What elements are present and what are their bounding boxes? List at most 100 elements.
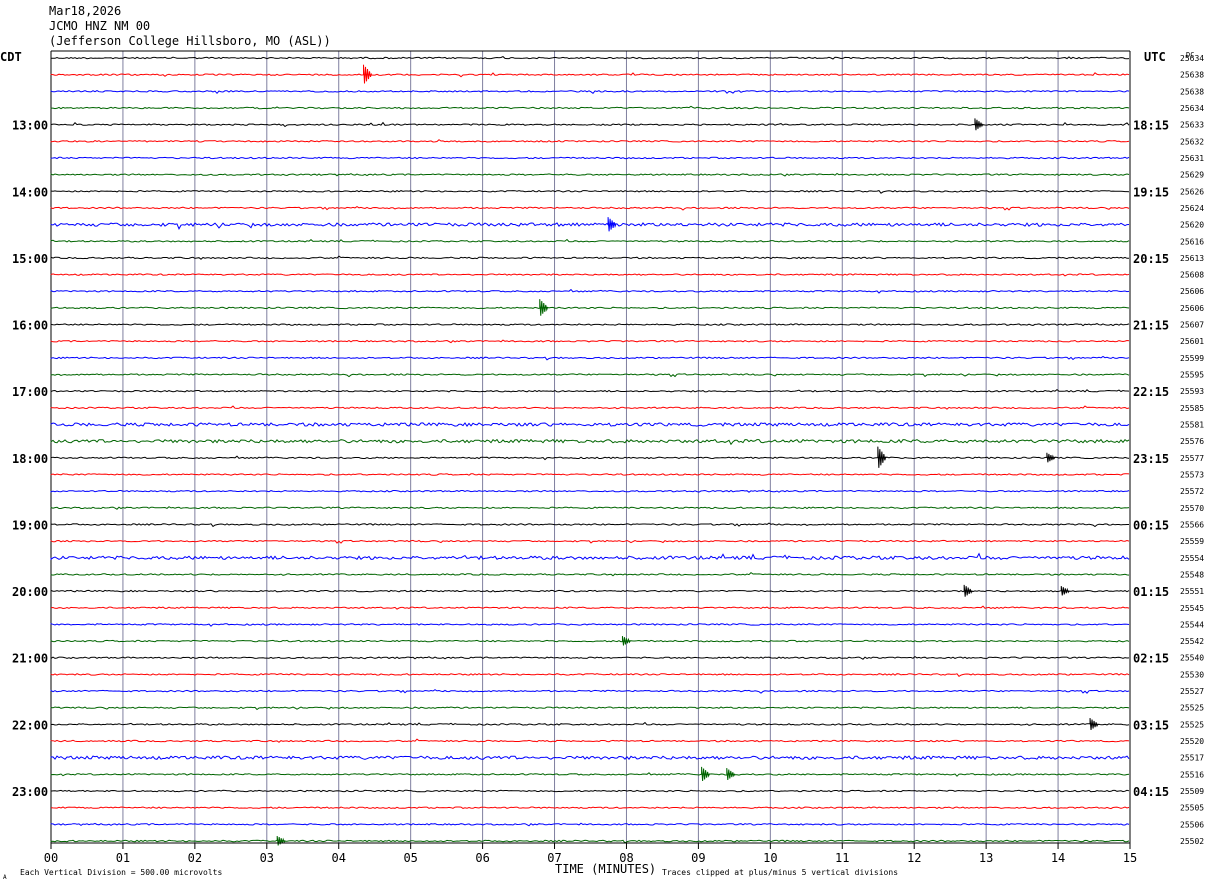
x-tick-label-06: 06: [475, 851, 489, 865]
trace-row-41: [50, 738, 1130, 743]
left-hour-label: 15:00: [12, 252, 48, 266]
trace-row-23: [50, 438, 1130, 446]
trace-row-13: [50, 273, 1130, 277]
x-tick-label-03: 03: [260, 851, 274, 865]
trace-row-39: [50, 706, 1130, 711]
dc-value: 25548: [1180, 570, 1204, 579]
right-hour-label: 20:15: [1133, 252, 1169, 266]
dc-value: 25593: [1180, 387, 1204, 396]
trace-row-16: [50, 323, 1130, 327]
dc-value: 25632: [1180, 137, 1204, 146]
plot-date: Mar18,2026: [49, 4, 122, 18]
trace-row-38: [50, 689, 1130, 694]
trace-row-28: [50, 522, 1129, 528]
trace-row-35: [50, 639, 1130, 643]
left-hour-labels: 13:00 14:00 15:00 16:00 17:00 18:00 19:00 20:00…: [12, 119, 48, 799]
scale-note: Each Vertical Division = 500.00 microvol…: [20, 868, 222, 877]
trace-row-29: [50, 539, 1130, 544]
seismic-events: [276, 64, 1099, 846]
trace-row-45: [50, 806, 1130, 810]
station-location: (Jefferson College Hillsboro, MO (ASL)): [49, 34, 331, 48]
trace-row-1: [50, 72, 1130, 78]
left-hour-label: 21:00: [12, 652, 48, 666]
trace-row-14: [50, 288, 1130, 294]
left-hour-label: 16:00: [12, 319, 48, 333]
event-7: [1060, 586, 1070, 596]
dc-value: 25516: [1180, 770, 1204, 779]
left-hour-label: 17:00: [12, 385, 48, 399]
x-tick-label-09: 09: [691, 851, 705, 865]
trace-row-9: [50, 206, 1130, 211]
dc-value: 25502: [1180, 837, 1204, 846]
dc-value: 25544: [1180, 620, 1204, 629]
trace-row-27: [50, 506, 1130, 510]
trace-row-25: [50, 473, 1130, 476]
dc-value: 25638: [1180, 71, 1204, 80]
dc-value: 25606: [1180, 304, 1204, 313]
trace-row-30: [50, 552, 1130, 561]
right-hour-label: 01:15: [1133, 585, 1169, 599]
event-9: [1089, 718, 1099, 730]
right-hour-label: 00:15: [1133, 518, 1169, 532]
dc-value: 25577: [1180, 454, 1204, 463]
trace-row-19: [50, 373, 1130, 378]
dc-value: 25626: [1180, 187, 1204, 196]
helicorder-plot: 00 01 02 03 04 05 06 07 08 09 10 11 12 13 14 15 13:0014…: [0, 50, 1204, 881]
dc-value: 25505: [1180, 804, 1204, 813]
event-5: [1046, 452, 1056, 463]
x-tick-label-05: 05: [403, 851, 417, 865]
right-hour-label: 23:15: [1133, 452, 1169, 466]
event-11: [726, 768, 736, 780]
dc-value: 25624: [1180, 204, 1204, 213]
right-hour-label: 02:15: [1133, 652, 1169, 666]
trace-row-4: [50, 121, 1130, 128]
dc-value: 25540: [1180, 654, 1204, 663]
dc-header-label: DC: [1186, 51, 1194, 59]
trace-row-18: [50, 355, 1130, 361]
dc-value: 25581: [1180, 421, 1204, 430]
trace-row-6: [50, 156, 1130, 160]
trace-row-34: [50, 623, 1130, 627]
dc-value: 25607: [1180, 321, 1204, 330]
trace-row-22: [50, 422, 1130, 427]
trace-row-10: [50, 222, 1130, 230]
trace-row-8: [50, 190, 1130, 194]
trace-row-2: [50, 90, 1130, 95]
event-6: [963, 584, 973, 597]
trace-row-20: [50, 388, 1130, 393]
right-hour-label: 19:15: [1133, 185, 1169, 199]
event-12: [276, 835, 286, 846]
trace-row-31: [50, 571, 1130, 577]
left-hour-label: 19:00: [12, 518, 48, 532]
left-hour-label: 23:00: [12, 785, 48, 799]
event-3: [539, 299, 549, 316]
trace-row-0: [50, 56, 1130, 60]
event-4: [877, 446, 887, 468]
dc-value: 25559: [1180, 537, 1204, 546]
dc-value: 25525: [1180, 704, 1204, 713]
left-hour-label: 22:00: [12, 718, 48, 732]
trace-row-5: [50, 139, 1130, 143]
dc-value: 25599: [1180, 354, 1204, 363]
dc-value: 25566: [1180, 520, 1204, 529]
left-hour-label: 14:00: [12, 185, 48, 199]
dc-value: 25554: [1180, 554, 1204, 563]
clip-note: Traces clipped at plus/minus 5 vertical …: [662, 868, 898, 877]
dc-value: 25608: [1180, 271, 1204, 280]
x-tick-label-12: 12: [907, 851, 921, 865]
right-hour-label: 18:15: [1133, 119, 1169, 133]
trace-row-21: [50, 405, 1130, 410]
trace-row-37: [50, 673, 1130, 677]
trace-row-24: [50, 455, 1130, 461]
trace-row-7: [50, 172, 1130, 177]
dc-value: 25545: [1180, 604, 1204, 613]
left-hour-label: 18:00: [12, 452, 48, 466]
right-hour-label: 04:15: [1133, 785, 1169, 799]
x-tick-label-02: 02: [188, 851, 202, 865]
left-hour-label: 13:00: [12, 119, 48, 133]
dc-value: 25620: [1180, 221, 1204, 230]
trace-row-17: [50, 339, 1130, 344]
dc-value: 25506: [1180, 820, 1204, 829]
x-tick-label-04: 04: [332, 851, 346, 865]
dc-value: 25517: [1180, 754, 1204, 763]
